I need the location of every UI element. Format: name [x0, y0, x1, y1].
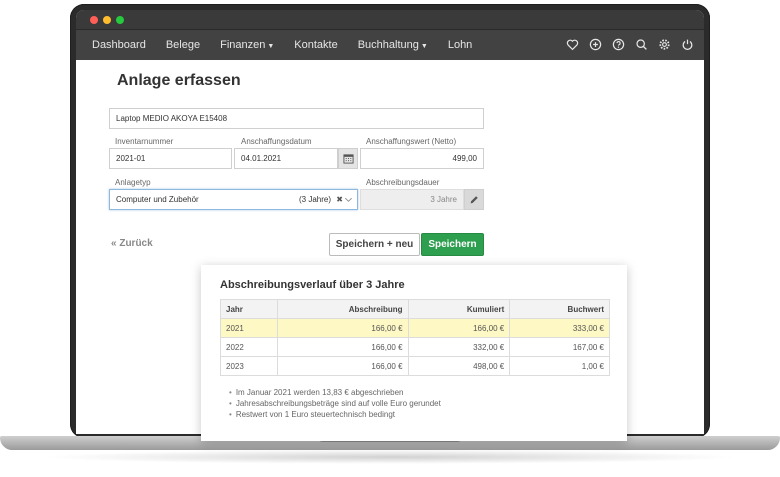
plus-circle-icon[interactable]: [588, 37, 602, 51]
nav-lohn-label: Lohn: [447, 39, 473, 51]
nav-kontakte-label: Kontakte: [294, 39, 338, 51]
laptop-shadow: [40, 450, 740, 464]
duration-value: 3 Jahre: [430, 195, 457, 204]
table-row: 2022 166,00 € 332,00 € 167,00 €: [220, 337, 610, 357]
cell-depreciation: 166,00 €: [276, 337, 409, 357]
window-titlebar: [76, 10, 704, 30]
table-row: 2021 166,00 € 166,00 € 333,00 €: [220, 318, 610, 338]
maximize-window-dot[interactable]: [116, 16, 124, 24]
depreciation-title: Abschreibungsverlauf über 3 Jahre: [220, 279, 405, 291]
cell-depreciation: 166,00 €: [276, 356, 409, 376]
col-header-book-value: Buchwert: [509, 299, 610, 319]
save-and-new-button[interactable]: Speichern + neu: [329, 233, 420, 256]
duration-input: 3 Jahre: [360, 189, 464, 210]
table-header-row: Jahr Abschreibung Kumuliert Buchwert: [220, 299, 610, 319]
edit-duration-button[interactable]: [464, 189, 484, 210]
cell-depreciation: 166,00 €: [276, 318, 409, 338]
asset-name-value: Laptop MEDIO AKOYA E15408: [116, 114, 228, 123]
nav-buchhaltung[interactable]: Buchhaltung ▼: [358, 39, 428, 51]
table-row: 2023 166,00 € 498,00 € 1,00 €: [220, 356, 610, 376]
nav-icon-group: [565, 37, 694, 51]
purchase-value-value: 499,00: [452, 154, 477, 163]
cell-book-value: 1,00 €: [509, 356, 610, 376]
asset-type-duration-hint: (3 Jahre): [298, 195, 331, 204]
depreciation-table: Jahr Abschreibung Kumuliert Buchwert 202…: [220, 299, 610, 376]
cell-year: 2021: [220, 318, 278, 338]
heart-icon[interactable]: [565, 37, 579, 51]
purchase-value-label: Anschaffungswert (Netto): [366, 137, 457, 146]
cell-cumulative: 332,00 €: [407, 337, 511, 357]
note-item: Im Januar 2021 werden 13,83 € abgeschrie…: [229, 387, 441, 398]
gear-icon[interactable]: [657, 37, 671, 51]
calendar-icon: [342, 154, 354, 164]
col-header-depreciation: Abschreibung: [276, 299, 409, 319]
nav-belege[interactable]: Belege: [166, 39, 200, 51]
cell-cumulative: 498,00 €: [407, 356, 511, 376]
depreciation-notes: Im Januar 2021 werden 13,83 € abgeschrie…: [229, 387, 441, 420]
chevron-down-icon: ▼: [267, 43, 275, 50]
chevron-down-icon: ▼: [420, 43, 428, 50]
nav-kontakte[interactable]: Kontakte: [294, 39, 337, 51]
note-item: Restwert von 1 Euro steuertechnisch bedi…: [229, 409, 441, 420]
nav-dashboard-label: Dashboard: [92, 39, 146, 51]
pencil-icon: [470, 195, 478, 203]
save-button[interactable]: Speichern: [421, 233, 484, 256]
asset-type-value: Computer und Zubehör: [116, 195, 199, 204]
nav-finanzen[interactable]: Finanzen ▼: [220, 39, 274, 51]
asset-name-input[interactable]: Laptop MEDIO AKOYA E15408: [109, 108, 484, 129]
chevron-down-icon[interactable]: [344, 195, 353, 204]
cell-cumulative: 166,00 €: [407, 318, 511, 338]
col-header-cumulative: Kumuliert: [407, 299, 511, 319]
nav-dashboard[interactable]: Dashboard: [92, 39, 146, 51]
minimize-window-dot[interactable]: [103, 16, 111, 24]
inventory-input[interactable]: 2021-01: [109, 148, 232, 169]
note-item: Jahresabschreibungsbeträge sind auf voll…: [229, 398, 441, 409]
inventory-label: Inventarnummer: [115, 137, 174, 146]
clear-icon[interactable]: ✖: [336, 195, 343, 204]
cell-book-value: 167,00 €: [509, 337, 610, 357]
main-navbar: Dashboard Belege Finanzen ▼ Kontakte Buch…: [76, 30, 704, 60]
nav-buchhaltung-label: Buchhaltung: [357, 39, 419, 51]
inventory-value: 2021-01: [116, 154, 146, 163]
depreciation-callout: Abschreibungsverlauf über 3 Jahre Jahr A…: [201, 265, 627, 441]
purchase-date-input[interactable]: 04.01.2021: [234, 148, 338, 169]
cell-book-value: 333,00 €: [509, 318, 610, 338]
purchase-date-value: 04.01.2021: [241, 154, 282, 163]
purchase-date-label: Anschaffungsdatum: [241, 137, 312, 146]
page-title: Anlage erfassen: [117, 72, 241, 89]
cell-year: 2022: [220, 337, 278, 357]
help-icon[interactable]: [611, 37, 625, 51]
nav-belege-label: Belege: [165, 39, 201, 51]
asset-type-label: Anlagetyp: [115, 178, 151, 187]
asset-type-select[interactable]: Computer und Zubehör (3 Jahre) ✖: [109, 189, 358, 210]
col-header-year: Jahr: [220, 299, 278, 319]
calendar-button[interactable]: [338, 148, 358, 169]
power-icon[interactable]: [680, 37, 694, 51]
search-icon[interactable]: [634, 37, 648, 51]
close-window-dot[interactable]: [90, 16, 98, 24]
back-link[interactable]: « Zurück: [111, 238, 153, 249]
purchase-value-input[interactable]: 499,00: [360, 148, 484, 169]
nav-finanzen-label: Finanzen: [220, 39, 266, 51]
nav-lohn[interactable]: Lohn: [448, 39, 472, 51]
cell-year: 2023: [220, 356, 278, 376]
duration-label: Abschreibungsdauer: [366, 178, 440, 187]
